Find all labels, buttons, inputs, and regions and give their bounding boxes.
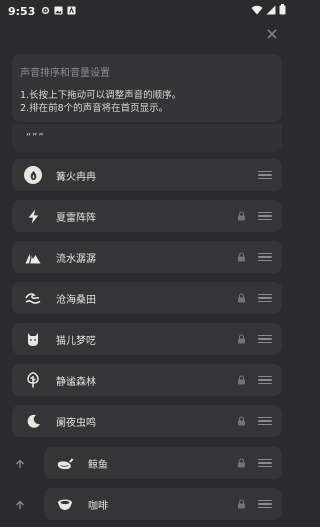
lightning-icon [24,207,42,225]
status-time: 9:53 [8,4,36,18]
sound-row[interactable]: 沧海桑田 [12,282,282,314]
sound-row[interactable]: 鲸鱼 [44,447,282,479]
wave-icon [24,289,42,307]
mountain-stream-icon [24,248,42,266]
drag-handle-icon[interactable] [258,416,272,426]
drag-handle-icon[interactable] [258,252,272,262]
sound-label: 篝火冉冉 [56,171,96,183]
moon-icon [24,412,42,430]
wifi-icon [251,5,263,18]
sound-label: 猫儿梦呓 [56,335,96,347]
tree-icon [24,371,42,389]
drag-handle-icon[interactable] [258,334,272,344]
sound-label: 沧海桑田 [56,294,96,306]
gear-status-icon [41,5,50,18]
flame-icon [24,166,42,184]
info-line-2: 2.排在前8个的声音将在首页显示。 [20,103,169,114]
app-status-icon [67,5,76,18]
lock-icon [238,293,245,303]
drag-handle-icon[interactable] [258,375,272,385]
lock-icon [238,416,245,426]
info-title: 声音排序和音量设置 [20,68,110,79]
coffee-icon [56,495,74,513]
sound-row[interactable]: 流水潺潺 [12,241,282,273]
sound-label: 咖啡 [88,500,108,512]
sound-label: 鲸鱼 [88,459,108,471]
sound-row[interactable]: 咖啡 [44,488,282,520]
battery-icon [279,4,286,18]
partial-row-label: “”” [26,132,45,143]
drag-handle-icon[interactable] [258,458,272,468]
lock-icon [238,252,245,262]
lock-icon [238,211,245,221]
image-status-icon [54,5,63,18]
lock-icon [238,499,245,509]
signal-icon [266,5,276,18]
close-button[interactable] [262,24,282,44]
partial-sound-row[interactable]: “”” [12,124,282,152]
sound-label: 夏雷阵阵 [56,212,96,224]
sound-row[interactable]: 阑夜虫鸣 [12,405,282,437]
info-card: 声音排序和音量设置 1.长按上下拖动可以调整声音的顺序。 2.排在前8个的声音将… [12,54,282,122]
sound-label: 静谧森林 [56,376,96,388]
move-up-arrow-icon[interactable] [14,499,26,511]
status-bar: 9:53 [0,0,294,22]
lock-icon [238,334,245,344]
sound-row[interactable]: 猫儿梦呓 [12,323,282,355]
drag-handle-icon[interactable] [258,293,272,303]
lock-icon [238,458,245,468]
cat-icon [24,330,42,348]
sound-row[interactable]: 篝火冉冉 [12,159,282,191]
sound-label: 阑夜虫鸣 [56,417,96,429]
drag-handle-icon[interactable] [258,499,272,509]
move-up-arrow-icon[interactable] [14,458,26,470]
sound-row[interactable]: 静谧森林 [12,364,282,396]
info-line-1: 1.长按上下拖动可以调整声音的顺序。 [20,90,182,101]
sound-label: 流水潺潺 [56,253,96,265]
drag-handle-icon[interactable] [258,211,272,221]
whale-icon [56,454,74,472]
drag-handle-icon[interactable] [258,170,272,180]
lock-icon [238,375,245,385]
sound-row[interactable]: 夏雷阵阵 [12,200,282,232]
close-icon [267,29,277,39]
